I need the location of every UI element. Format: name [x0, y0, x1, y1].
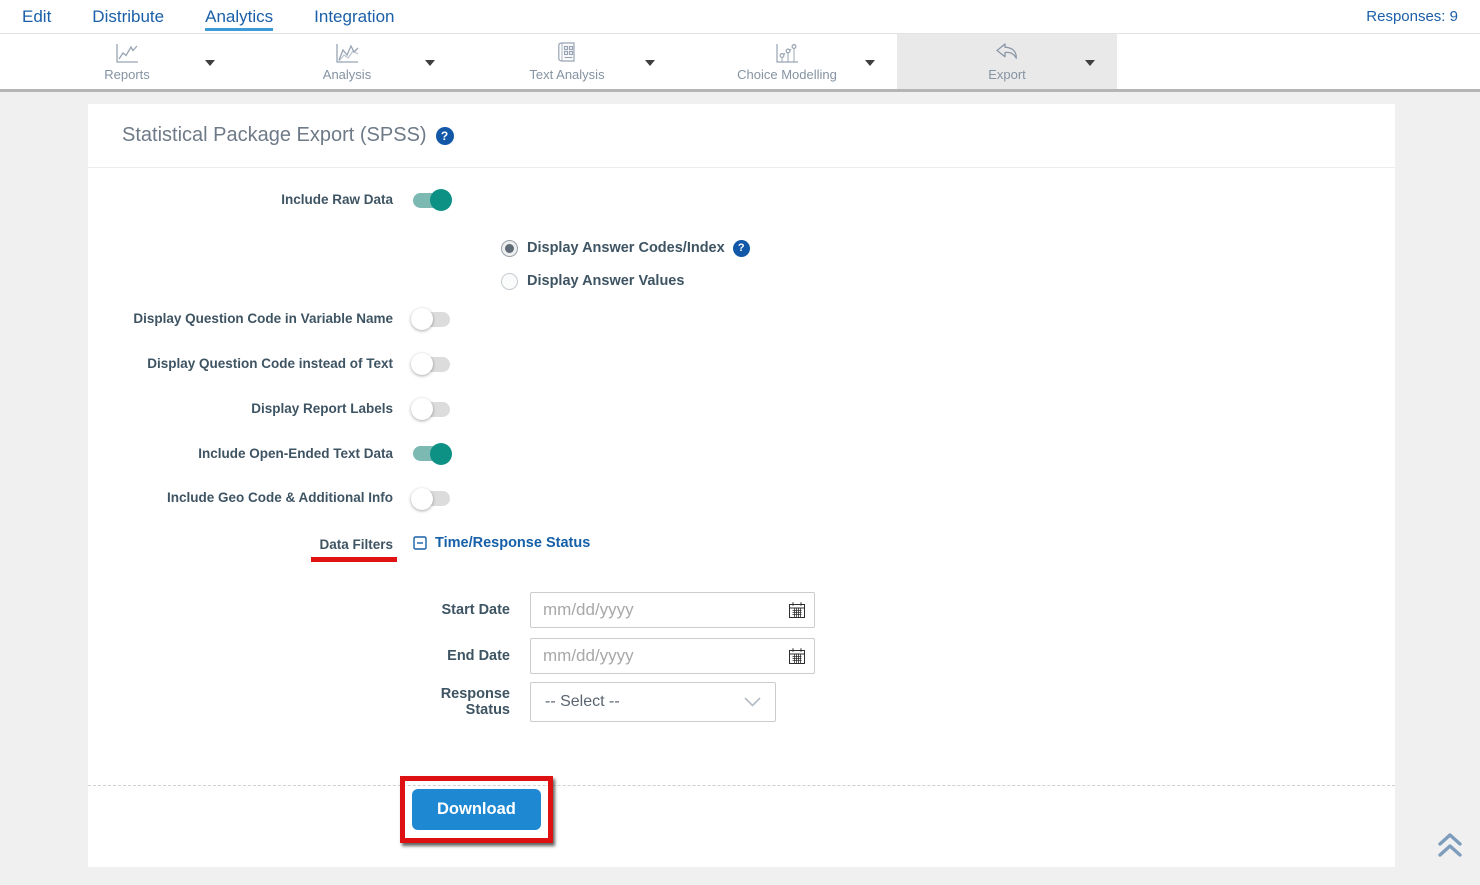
response-status-select[interactable]: -- Select -- — [530, 682, 776, 722]
field-label: Include Geo Code & Additional Info — [88, 490, 393, 507]
form-row-open-ended: Include Open-Ended Text Data — [88, 446, 1395, 463]
chevron-down-icon[interactable] — [425, 60, 435, 66]
start-date-input[interactable] — [530, 592, 815, 628]
calendar-icon[interactable] — [788, 647, 806, 670]
question-code-variable-toggle[interactable] — [413, 312, 450, 327]
nav-item-edit[interactable]: Edit — [22, 3, 51, 31]
collapse-minus-icon[interactable] — [413, 536, 427, 550]
toggle-knob — [430, 443, 452, 465]
field-label: End Date — [88, 648, 510, 664]
main-content-area: Statistical Package Export (SPSS) ? Incl… — [0, 92, 1480, 881]
chevron-down-icon[interactable] — [1085, 60, 1095, 66]
radio-label: Display Answer Codes/Index — [527, 240, 725, 256]
form-row-question-code-variable: Display Question Code in Variable Name — [88, 311, 1395, 328]
top-navigation: Edit Distribute Analytics Integration Re… — [0, 0, 1480, 34]
answer-codes-radio[interactable] — [501, 240, 518, 257]
question-circle-icon[interactable]: ? — [436, 127, 454, 145]
document-grid-icon — [555, 42, 579, 64]
area-chart-icon — [334, 42, 361, 64]
field-label: Start Date — [88, 602, 510, 618]
toggle-knob — [411, 308, 433, 330]
report-labels-toggle[interactable] — [413, 402, 450, 417]
tab-label: Text Analysis — [529, 67, 604, 82]
chevron-down-icon — [744, 697, 761, 707]
toggle-knob — [411, 353, 433, 375]
tab-analysis[interactable]: Analysis — [237, 34, 457, 89]
form-row-geo-code: Include Geo Code & Additional Info — [88, 490, 1395, 507]
nav-item-integration[interactable]: Integration — [314, 3, 394, 31]
dotted-separator — [88, 785, 1395, 786]
annotation-red-box: Download — [400, 776, 553, 843]
section-label: Time/Response Status — [435, 535, 590, 551]
nav-item-analytics[interactable]: Analytics — [205, 3, 273, 31]
form-row-report-labels: Display Report Labels — [88, 401, 1395, 418]
export-card: Statistical Package Export (SPSS) ? Incl… — [88, 104, 1395, 867]
geo-code-toggle[interactable] — [413, 491, 450, 506]
form-row-question-code-text: Display Question Code instead of Text — [88, 356, 1395, 373]
form-row-start-date: Start Date — [88, 592, 1395, 628]
scatter-chart-icon — [774, 42, 801, 64]
tab-label: Export — [988, 67, 1026, 82]
question-code-text-toggle[interactable] — [413, 357, 450, 372]
chevron-down-icon[interactable] — [645, 60, 655, 66]
share-arrow-icon — [994, 42, 1020, 64]
tab-choice-modelling[interactable]: Choice Modelling — [677, 34, 897, 89]
field-label: Include Raw Data — [88, 192, 393, 209]
chevron-down-icon[interactable] — [865, 60, 875, 66]
form-row-end-date: End Date — [88, 638, 1395, 674]
toggle-knob — [411, 488, 433, 510]
end-date-input[interactable] — [530, 638, 815, 674]
time-response-status-section-toggle[interactable]: Time/Response Status — [413, 535, 590, 551]
tab-label: Choice Modelling — [737, 67, 837, 82]
data-filters-label-wrap: Data Filters — [88, 535, 393, 562]
tab-label: Analysis — [323, 67, 371, 82]
scroll-to-top-button[interactable] — [1433, 829, 1467, 866]
tab-reports[interactable]: Reports — [17, 34, 237, 89]
line-chart-icon — [114, 42, 141, 64]
toggle-knob — [430, 189, 452, 211]
annotation-red-underline — [311, 557, 397, 562]
field-label: Display Report Labels — [88, 401, 393, 418]
include-raw-data-toggle[interactable] — [413, 193, 450, 208]
field-label: Include Open-Ended Text Data — [88, 446, 393, 463]
chevron-down-icon[interactable] — [205, 60, 215, 66]
responses-count[interactable]: Responses: 9 — [1366, 8, 1458, 25]
open-ended-toggle[interactable] — [413, 446, 450, 461]
calendar-icon[interactable] — [788, 601, 806, 624]
download-button[interactable]: Download — [412, 789, 541, 830]
radio-row-answer-codes: Display Answer Codes/Index ? — [501, 240, 1395, 257]
tab-export[interactable]: Export — [897, 34, 1117, 89]
question-circle-icon[interactable]: ? — [733, 240, 750, 257]
form-row-response-status: Response Status -- Select -- — [88, 682, 1395, 722]
field-label: Display Question Code instead of Text — [88, 356, 393, 373]
export-form: Include Raw Data Display Answer Codes/In… — [88, 168, 1395, 843]
tab-label: Reports — [104, 67, 150, 82]
card-header: Statistical Package Export (SPSS) ? — [88, 104, 1395, 168]
tab-text-analysis[interactable]: Text Analysis — [457, 34, 677, 89]
data-filters-label: Data Filters — [319, 537, 393, 562]
form-row-include-raw-data: Include Raw Data — [88, 192, 1395, 209]
form-row-data-filters: Data Filters Time/Response Status — [88, 535, 1395, 562]
radio-row-answer-values: Display Answer Values — [501, 273, 1395, 290]
page-title: Statistical Package Export (SPSS) — [122, 124, 427, 147]
select-value: -- Select -- — [545, 693, 620, 711]
radio-label: Display Answer Values — [527, 273, 684, 289]
field-label: Display Question Code in Variable Name — [88, 311, 393, 328]
field-label: Response Status — [88, 686, 510, 718]
nav-item-distribute[interactable]: Distribute — [92, 3, 164, 31]
answer-values-radio[interactable] — [501, 273, 518, 290]
toggle-knob — [411, 398, 433, 420]
analytics-tabbar: Reports Analysis Text Analysis — [0, 34, 1480, 92]
